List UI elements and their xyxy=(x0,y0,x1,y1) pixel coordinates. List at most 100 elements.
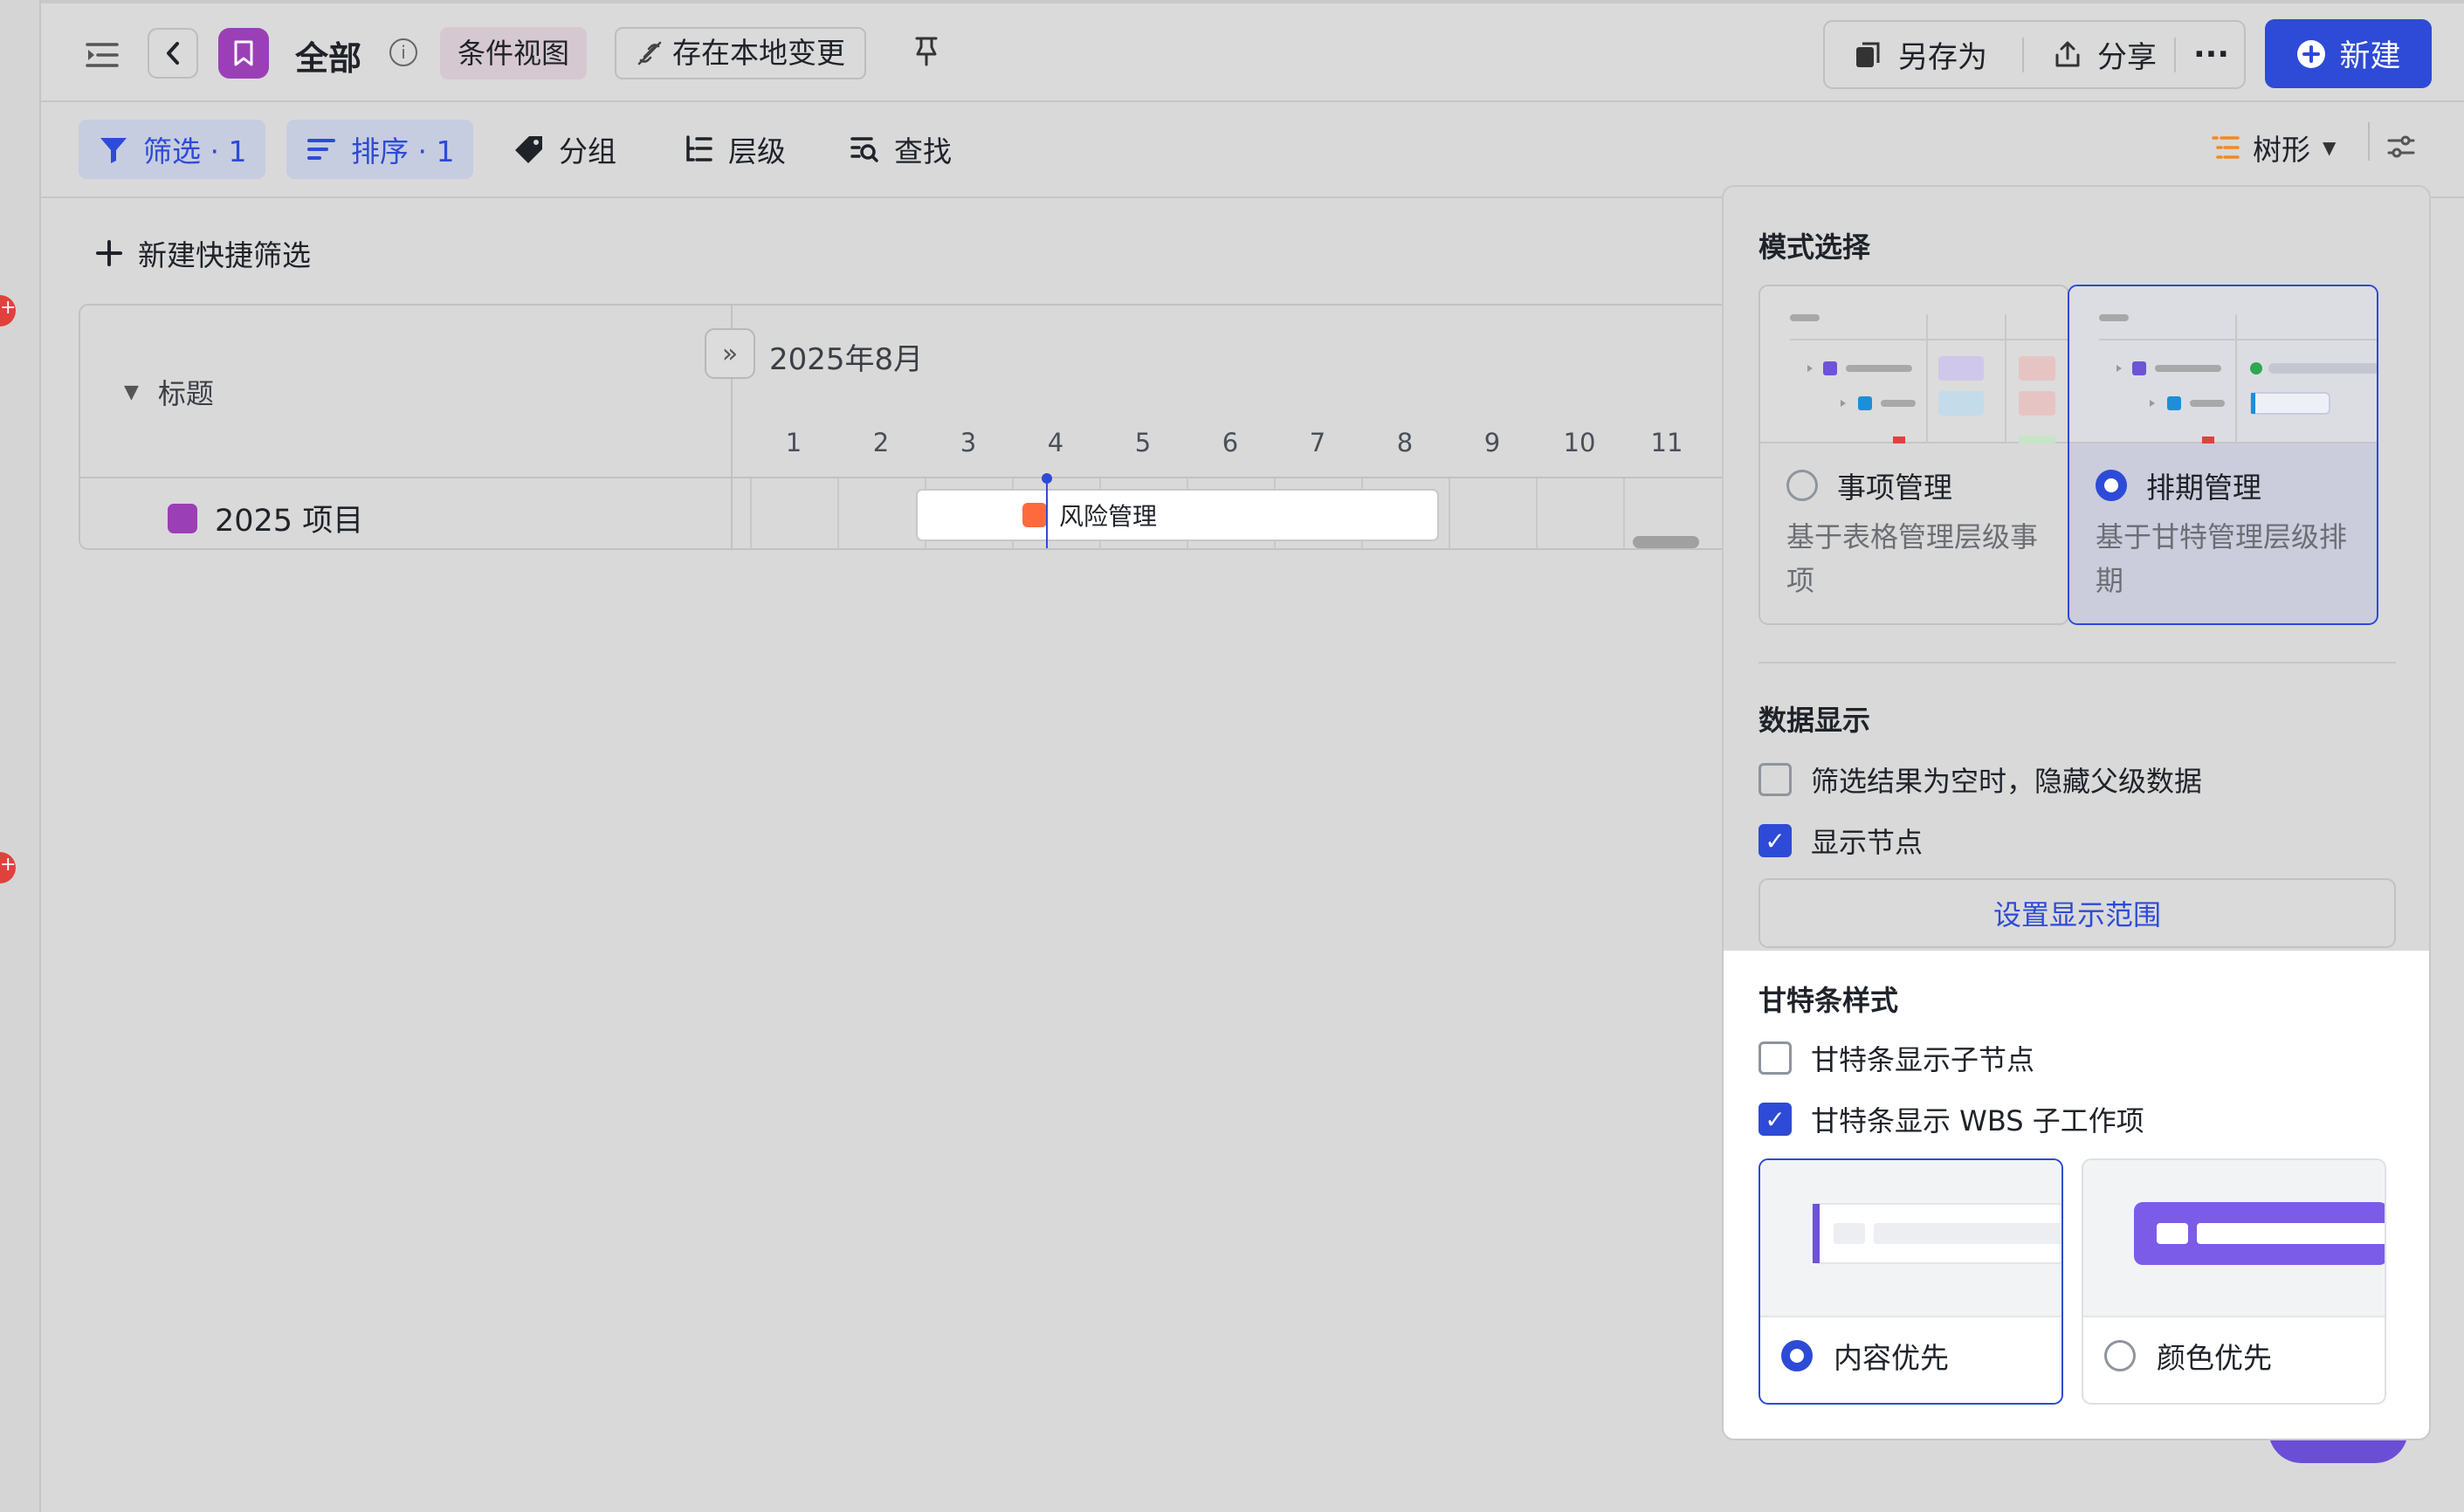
data-section-title: 数据显示 xyxy=(1759,704,1871,737)
radio-checked-icon[interactable] xyxy=(1781,1340,1813,1371)
style-option-label: 颜色优先 xyxy=(2157,1341,2272,1375)
share-button[interactable]: 分享 xyxy=(2052,22,2157,87)
share-label: 分享 xyxy=(2097,40,2157,75)
bookmark-icon xyxy=(218,28,269,79)
unsaved-changes-label: 存在本地变更 xyxy=(672,36,845,70)
find-label: 查找 xyxy=(894,134,952,168)
view-settings-panel: 模式选择 事项管理 基于表格管理层级事项 排期管理 基于甘特管理层级排期 数据显… xyxy=(1722,185,2431,1440)
checkbox-checked-icon[interactable]: ✓ xyxy=(1759,824,1792,857)
mode-title-label: 排期管理 xyxy=(2146,471,2261,505)
today-line xyxy=(1046,478,1048,548)
title-column-label: 标题 xyxy=(157,377,214,410)
gantt-grid: ▼ 标题 » 2025年8月 1 2 3 4 5 6 7 8 9 10 11 2025 项目 风险管… xyxy=(79,304,1746,550)
style-card-color-first[interactable]: 颜色优先 xyxy=(2082,1158,2386,1405)
day-label: 7 xyxy=(1309,428,1326,457)
plus-circle-icon xyxy=(2297,39,2326,68)
gantt-preview-image xyxy=(2069,286,2377,443)
page-title: 全部 xyxy=(295,39,362,78)
day-label: 4 xyxy=(1047,428,1064,457)
view-mode-select[interactable]: 树形 ▼ xyxy=(2211,127,2336,168)
save-as-label: 另存为 xyxy=(1898,40,1987,75)
day-gridline xyxy=(1623,478,1625,548)
project-color-icon xyxy=(168,503,197,533)
new-label: 新建 xyxy=(2339,39,2401,74)
find-button[interactable]: 查找 xyxy=(829,120,971,179)
filter-button[interactable]: 筛选 · 1 xyxy=(79,120,266,179)
group-label: 分组 xyxy=(559,134,616,168)
filter-label: 筛选 · 1 xyxy=(143,134,247,168)
radio-unchecked-icon[interactable] xyxy=(1786,470,1818,501)
left-strip xyxy=(0,0,41,1512)
mode-card-items[interactable]: 事项管理 基于表格管理层级事项 xyxy=(1759,285,2069,625)
gantt-wbs-option[interactable]: ✓ 甘特条显示 WBS 子工作项 xyxy=(1759,1099,2144,1139)
task-color-icon xyxy=(1022,503,1047,527)
expand-panel-icon[interactable]: » xyxy=(705,328,755,379)
day-label: 2 xyxy=(872,428,890,457)
unlink-icon xyxy=(637,41,662,65)
month-label: 2025年8月 xyxy=(769,342,924,377)
group-button[interactable]: 分组 xyxy=(494,120,636,179)
settings-sliders-icon[interactable] xyxy=(2385,131,2417,170)
day-gridline xyxy=(837,478,839,548)
title-column[interactable]: ▼ 标题 xyxy=(124,372,214,412)
row-title: 2025 项目 xyxy=(168,496,363,540)
pin-icon[interactable] xyxy=(913,35,939,74)
day-label: 9 xyxy=(1483,428,1501,457)
sort-icon xyxy=(307,139,335,160)
mode-card-schedule[interactable]: 排期管理 基于甘特管理层级排期 xyxy=(2068,285,2378,625)
separator xyxy=(2022,38,2024,72)
save-as-button[interactable]: 另存为 xyxy=(1853,22,1987,87)
hide-parent-option[interactable]: 筛选结果为空时，隐藏父级数据 xyxy=(1759,759,2202,800)
title-column-header: ▼ 标题 xyxy=(80,306,733,478)
share-icon xyxy=(2055,41,2080,66)
checkbox-unchecked-icon[interactable] xyxy=(1759,1041,1792,1075)
save-share-group: 另存为 分享 ··· xyxy=(1823,20,2246,89)
info-icon[interactable]: i xyxy=(389,38,417,66)
radio-unchecked-icon[interactable] xyxy=(2104,1340,2136,1371)
divider xyxy=(1759,662,2396,663)
new-button[interactable]: 新建 xyxy=(2265,19,2432,88)
tag-icon xyxy=(515,136,542,163)
view-mode-label: 树形 xyxy=(2253,133,2310,167)
radio-checked-icon[interactable] xyxy=(2096,470,2127,501)
sidebar-toggle-icon[interactable] xyxy=(84,37,120,73)
more-icon[interactable]: ··· xyxy=(2193,22,2229,87)
separator xyxy=(2368,122,2370,161)
timeline-header: » 2025年8月 1 2 3 4 5 6 7 8 9 10 11 xyxy=(705,306,1745,478)
level-label: 层级 xyxy=(728,134,786,168)
hierarchy-icon xyxy=(686,135,712,162)
back-button[interactable] xyxy=(148,28,198,79)
sort-label: 排序 · 1 xyxy=(351,134,455,168)
table-row[interactable]: 2025 项目 xyxy=(80,478,733,548)
style-option-label: 内容优先 xyxy=(1834,1341,1949,1375)
caret-down-icon: ▼ xyxy=(2323,137,2337,158)
sort-button[interactable]: 排序 · 1 xyxy=(286,120,474,179)
copy-icon xyxy=(1856,42,1880,67)
day-label: 8 xyxy=(1396,428,1414,457)
checkbox-checked-icon[interactable]: ✓ xyxy=(1759,1103,1792,1136)
show-nodes-label: 显示节点 xyxy=(1811,826,1924,859)
gantt-wbs-label: 甘特条显示 WBS 子工作项 xyxy=(1811,1104,2144,1137)
scrollbar-thumb[interactable] xyxy=(1633,536,1699,548)
mode-description: 基于甘特管理层级排期 xyxy=(2096,520,2348,597)
mode-description: 基于表格管理层级事项 xyxy=(1786,520,2039,597)
new-quick-filter-button[interactable]: 新建快捷筛选 xyxy=(94,232,311,274)
show-nodes-option[interactable]: ✓ 显示节点 xyxy=(1759,821,1923,861)
unsaved-changes-button[interactable]: 存在本地变更 xyxy=(615,27,866,79)
style-option: 内容优先 xyxy=(1781,1335,1949,1377)
hide-parent-label: 筛选结果为空时，隐藏父级数据 xyxy=(1811,765,2203,798)
set-display-range-button[interactable]: 设置显示范围 xyxy=(1759,878,2396,948)
gantt-bar[interactable]: 风险管理 xyxy=(916,489,1439,541)
checkbox-unchecked-icon[interactable] xyxy=(1759,763,1792,796)
condition-view-chip[interactable]: 条件视图 xyxy=(440,27,588,79)
level-button[interactable]: 层级 xyxy=(664,120,805,179)
table-preview-image xyxy=(1760,286,2068,443)
style-card-content-first[interactable]: 内容优先 xyxy=(1759,1158,2063,1405)
gantt-children-option[interactable]: 甘特条显示子节点 xyxy=(1759,1038,2034,1078)
filter-icon xyxy=(100,138,127,163)
mode-title-label: 事项管理 xyxy=(1837,471,1952,505)
gantt-children-label: 甘特条显示子节点 xyxy=(1811,1043,2035,1076)
quick-filter-label: 新建快捷筛选 xyxy=(138,238,311,272)
separator xyxy=(2174,38,2176,72)
color-first-preview-image xyxy=(2083,1160,2385,1317)
